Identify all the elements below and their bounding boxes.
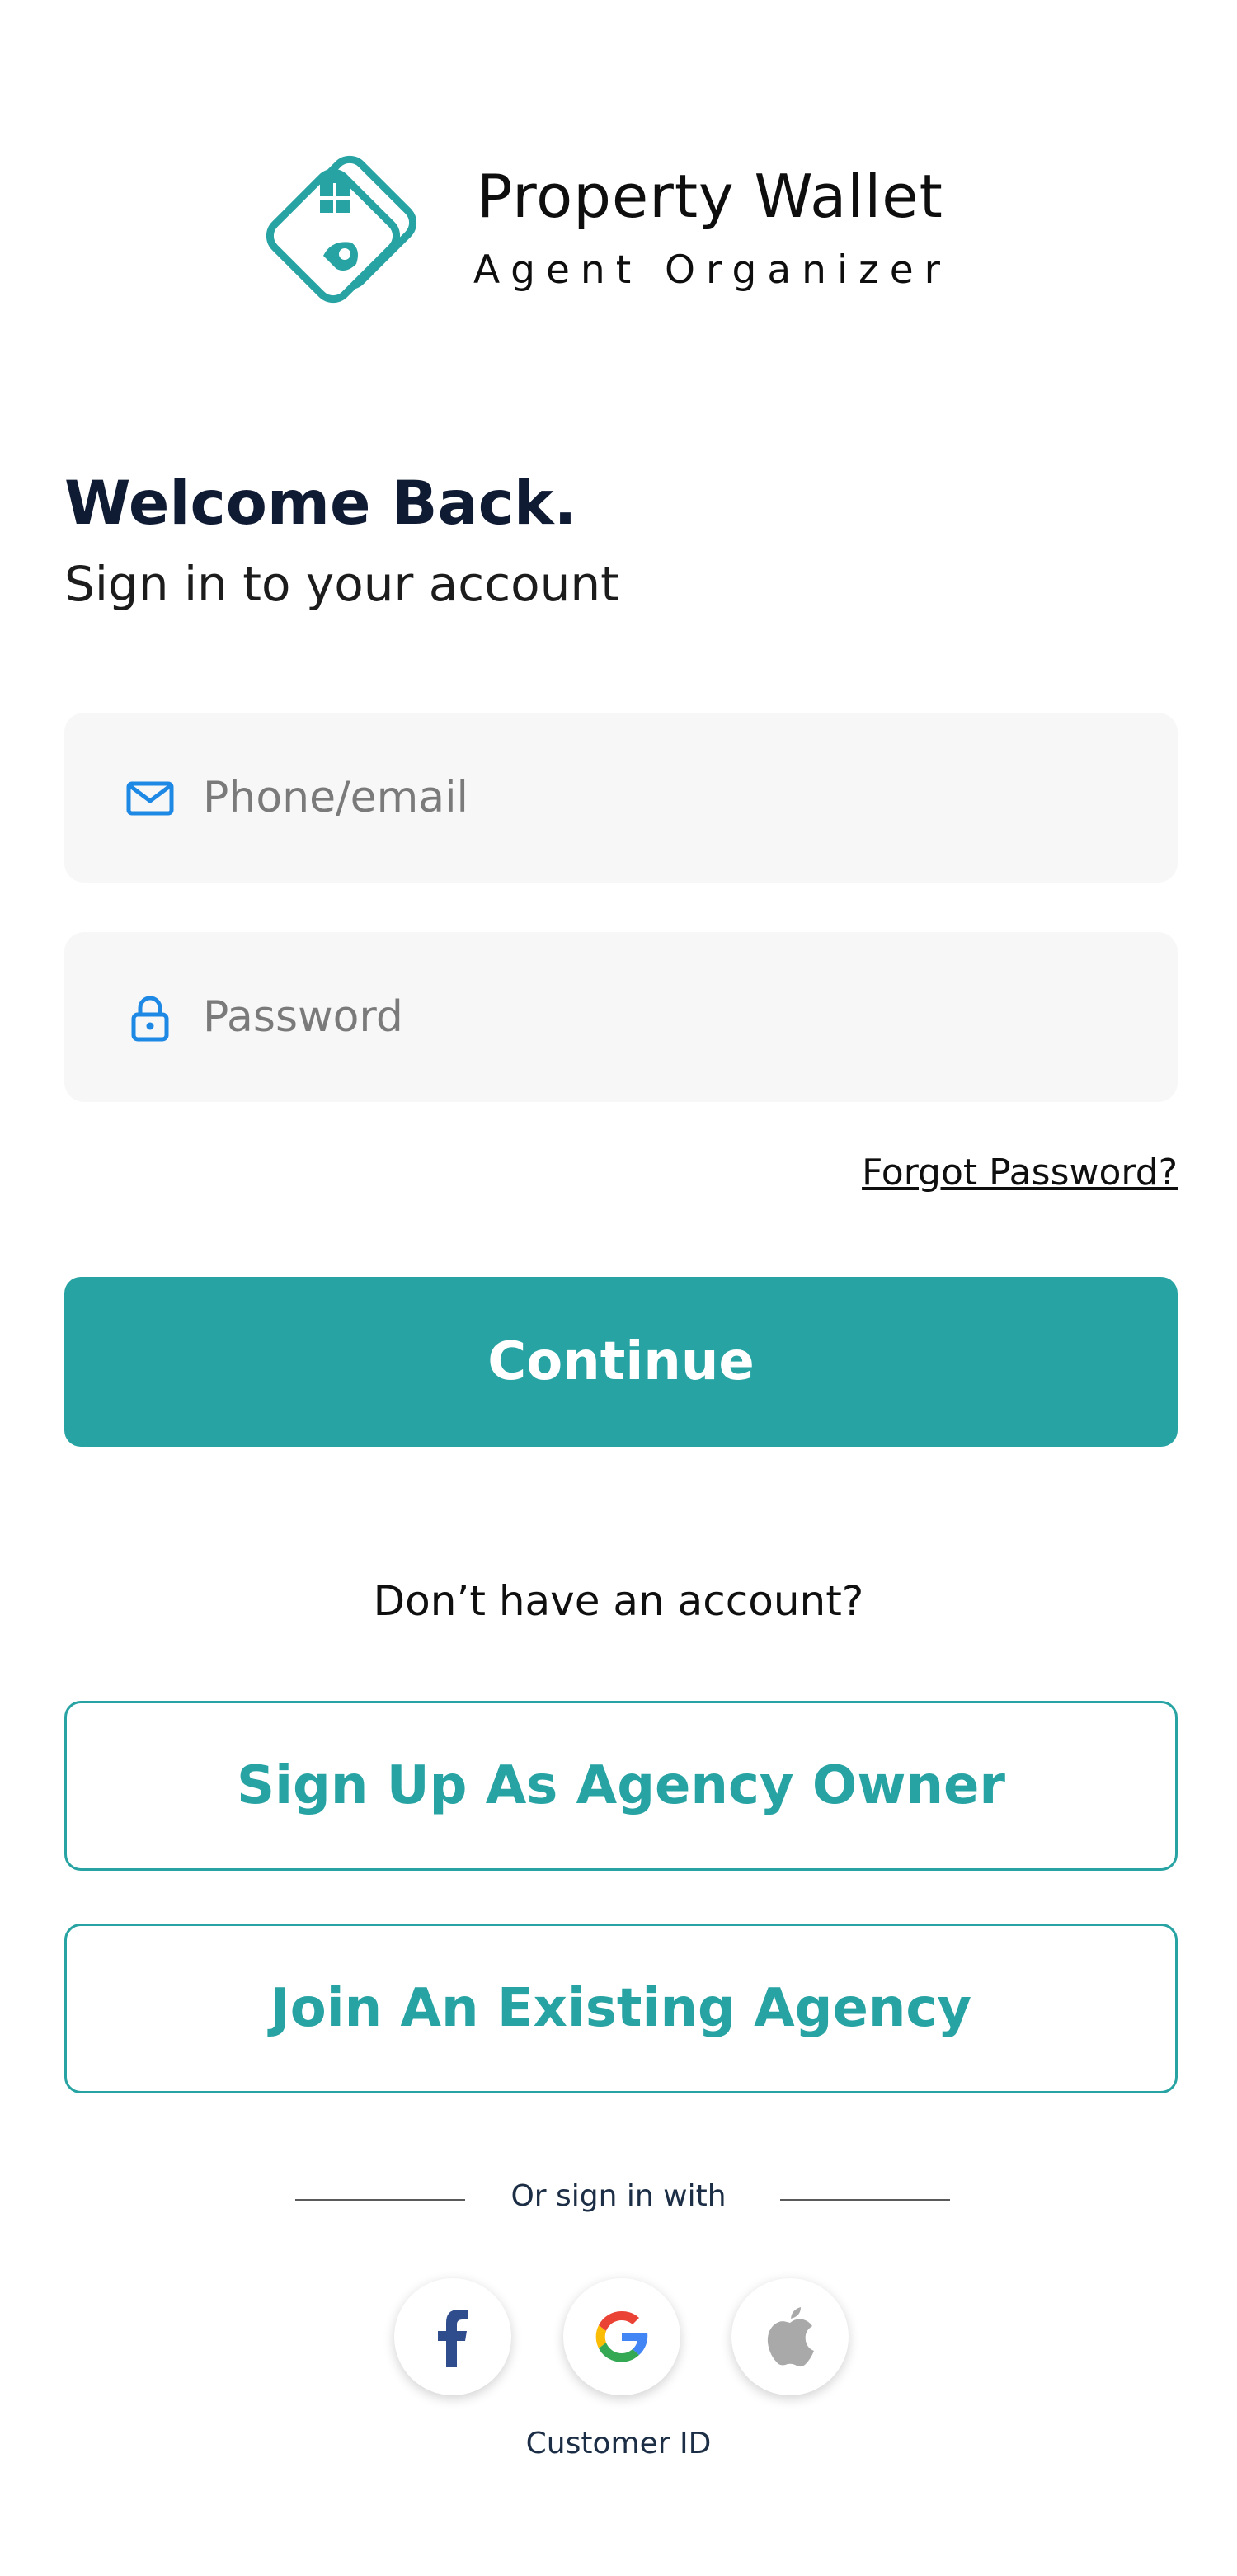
password-input[interactable] [203,973,1126,1061]
divider-text: Or sign in with [510,2179,727,2213]
sign-up-agency-owner-button[interactable]: Sign Up As Agency Owner [64,1701,1178,1871]
apple-sign-in-button[interactable] [731,2278,849,2395]
mail-icon [126,781,174,816]
email-field-container[interactable] [64,713,1178,883]
continue-button[interactable]: Continue [64,1277,1178,1447]
page-title: Welcome Back. [64,469,577,539]
google-icon [595,2310,648,2362]
divider-line-right [780,2199,950,2201]
forgot-password-link[interactable]: Forgot Password? [862,1151,1178,1194]
brand-name: Property Wallet [477,162,943,231]
apple-icon [767,2307,814,2367]
phone-email-input[interactable] [203,754,1126,841]
facebook-icon [438,2310,468,2367]
house-key-logo-icon [266,155,417,304]
brand-tagline: Agent Organizer [473,247,951,293]
page-subtitle: Sign in to your account [64,556,619,612]
password-field-container[interactable] [64,932,1178,1102]
social-divider: Or sign in with [0,2171,1237,2229]
join-existing-agency-button[interactable]: Join An Existing Agency [64,1924,1178,2093]
customer-id-link[interactable]: Customer ID [0,2427,1237,2461]
brand-header: Property Wallet Agent Organizer [266,150,1008,323]
facebook-sign-in-button[interactable] [394,2278,511,2395]
google-sign-in-button[interactable] [563,2278,680,2395]
lock-icon [131,996,169,1042]
no-account-prompt: Don’t have an account? [373,1577,864,1625]
